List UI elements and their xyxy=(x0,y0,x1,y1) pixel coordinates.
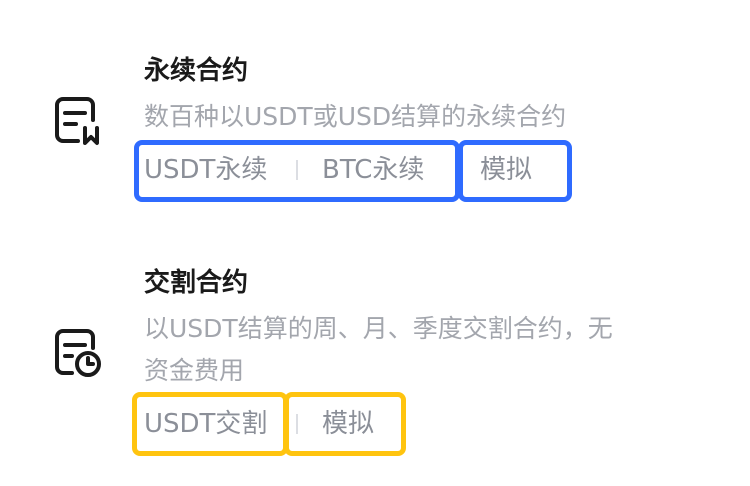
contract-clock-icon xyxy=(55,329,101,377)
highlight-perpetual-tags xyxy=(134,140,460,202)
highlight-delivery-demo xyxy=(284,392,406,456)
perpetual-description: 数百种以USDT或USD结算的永续合约 xyxy=(144,102,567,131)
delivery-description-line1: 以USDT结算的周、月、季度交割合约，无 xyxy=(144,314,613,343)
delivery-title: 交割合约 xyxy=(144,268,249,298)
contract-document-icon xyxy=(55,97,99,145)
perpetual-title: 永续合约 xyxy=(144,56,249,86)
delivery-description-line2: 资金费用 xyxy=(144,356,245,385)
highlight-delivery-tag xyxy=(132,392,288,456)
highlight-perpetual-demo xyxy=(458,140,572,202)
